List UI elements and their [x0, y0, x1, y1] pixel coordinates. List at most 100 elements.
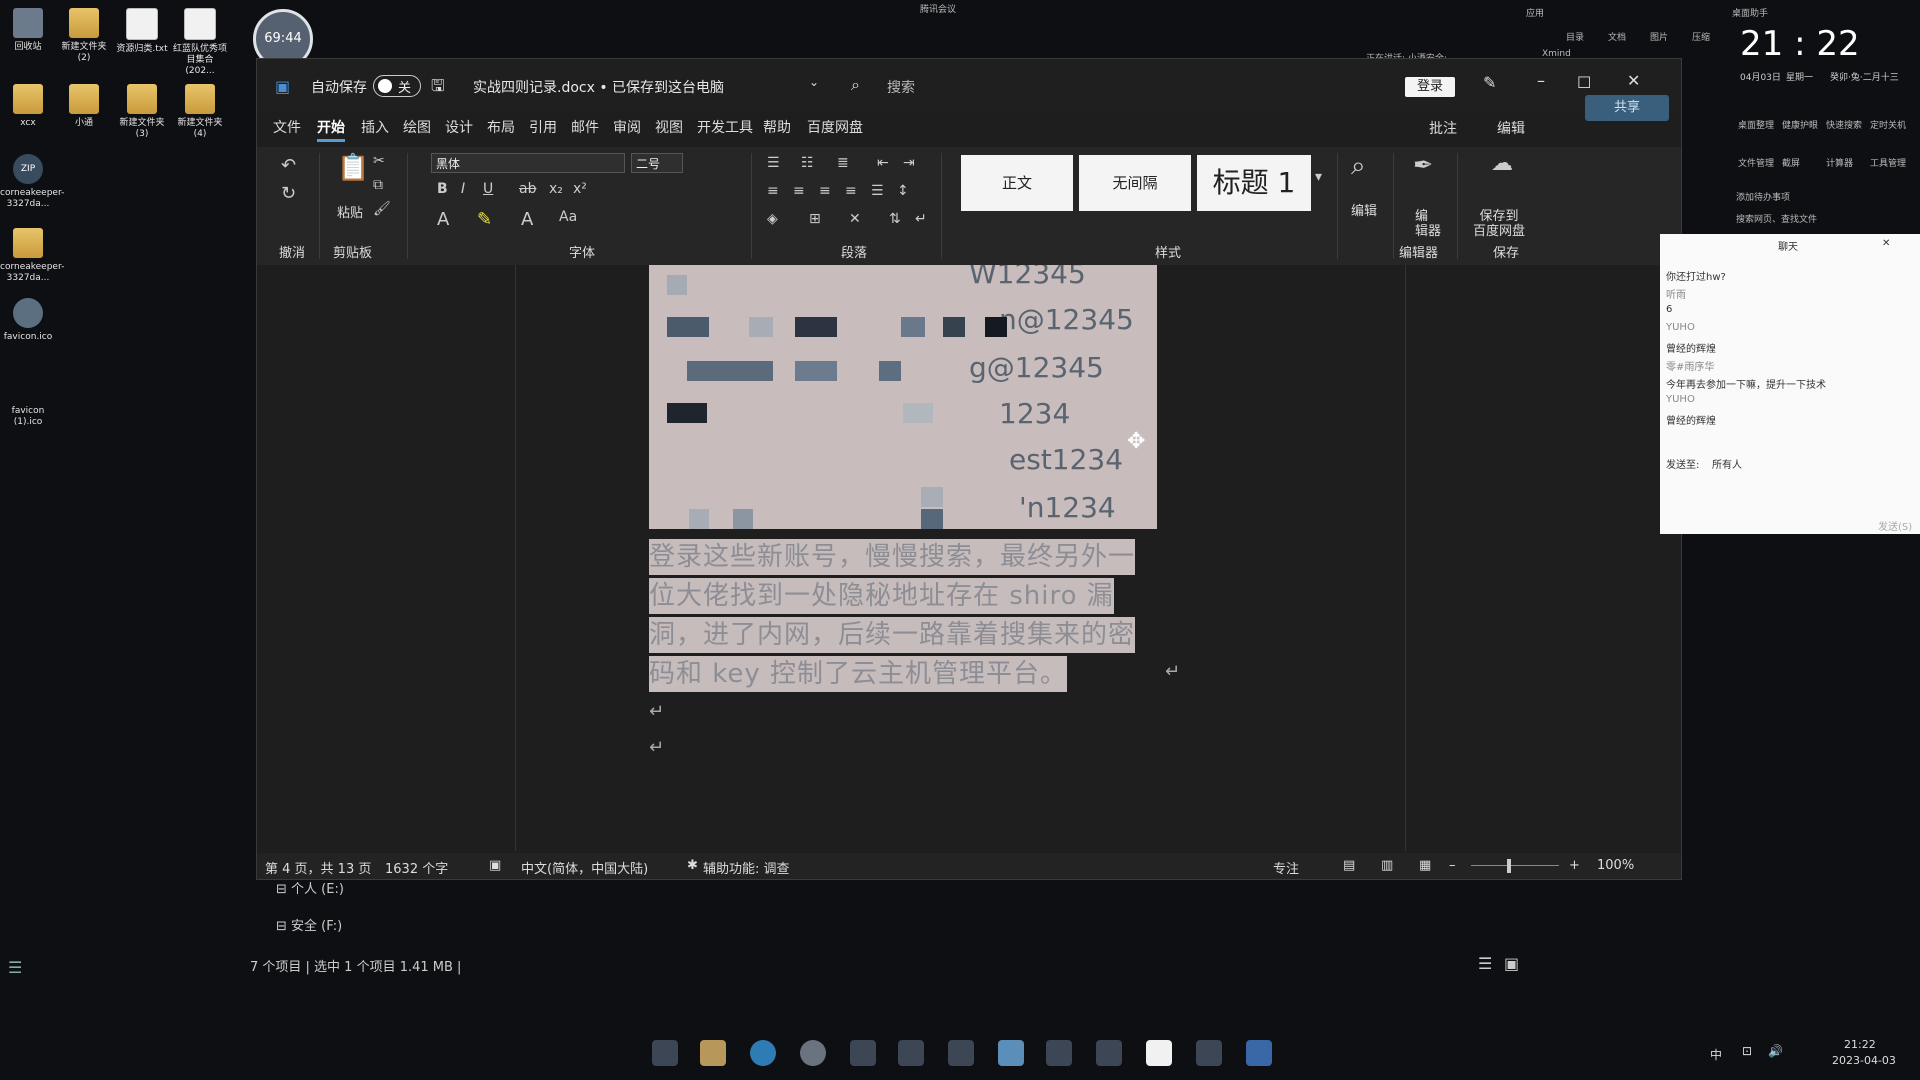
- chevron-down-icon[interactable]: ⌄: [809, 75, 819, 89]
- chrome-icon[interactable]: [800, 1040, 826, 1066]
- tab-developer[interactable]: 开发工具: [697, 117, 753, 137]
- tab-mailings[interactable]: 邮件: [571, 117, 599, 137]
- tab-design[interactable]: 设计: [445, 117, 473, 137]
- styles-more-icon[interactable]: ▾: [1315, 169, 1322, 185]
- tab-baidu-netdisk[interactable]: 百度网盘: [807, 117, 863, 137]
- paste-label[interactable]: 粘贴: [337, 202, 363, 221]
- justify-icon[interactable]: ≡: [845, 183, 857, 199]
- page-count[interactable]: 第 4 页，共 13 页: [265, 858, 371, 877]
- document-canvas[interactable]: W12345 n@12345 g@12345 1234 est1234 'n12…: [257, 265, 1681, 851]
- tool-timed-shutdown[interactable]: 定时关机: [1870, 118, 1906, 131]
- bullets-icon[interactable]: ☰: [767, 155, 780, 171]
- editor-icon[interactable]: ✒: [1413, 151, 1433, 179]
- minimize-button[interactable]: –: [1537, 71, 1545, 90]
- save-baidu-label[interactable]: 保存到 百度网盘: [1473, 209, 1525, 239]
- pen-icon[interactable]: ✎: [1483, 73, 1496, 92]
- style-normal[interactable]: 正文: [961, 155, 1073, 211]
- increase-indent-icon[interactable]: ⇥: [903, 155, 915, 171]
- autosave-toggle[interactable]: 关: [373, 75, 421, 97]
- desktop-icon-folder[interactable]: 小通: [56, 84, 112, 129]
- drive-f[interactable]: ⊟ 安全 (F:): [276, 915, 342, 934]
- ime-indicator[interactable]: 中: [1710, 1046, 1722, 1063]
- proofing-icon[interactable]: ▣: [489, 858, 501, 873]
- sort-icon[interactable]: ⇅: [889, 211, 901, 227]
- tool-calculator[interactable]: 计算器: [1826, 156, 1853, 169]
- desktop-icon-folder[interactable]: 新建文件夹 (4): [172, 84, 228, 140]
- accessibility-icon[interactable]: ✱: [687, 858, 698, 873]
- italic-button[interactable]: I: [461, 181, 465, 197]
- embedded-screenshot[interactable]: W12345 n@12345 g@12345 1234 est1234 'n12…: [649, 265, 1157, 529]
- edit-mode-button[interactable]: 编辑: [1497, 118, 1525, 138]
- close-button[interactable]: ✕: [1627, 71, 1640, 90]
- edge-icon[interactable]: [750, 1040, 776, 1066]
- word-icon[interactable]: [1246, 1040, 1272, 1066]
- comment-button[interactable]: 批注: [1429, 118, 1457, 138]
- word-count[interactable]: 1632 个字: [385, 858, 448, 877]
- copy-icon[interactable]: ⧉: [373, 177, 383, 193]
- tab-references[interactable]: 引用: [529, 117, 557, 137]
- zoom-out-button[interactable]: –: [1449, 858, 1456, 873]
- send-button[interactable]: 发送(S): [1878, 518, 1912, 533]
- font-color-icon[interactable]: A: [521, 209, 533, 230]
- drive-e[interactable]: ⊟ 个人 (E:): [276, 878, 344, 897]
- tab-draw[interactable]: 绘图: [403, 117, 431, 137]
- numbering-icon[interactable]: ☷: [801, 155, 814, 171]
- app-icon[interactable]: [898, 1040, 924, 1066]
- decrease-indent-icon[interactable]: ⇤: [877, 155, 889, 171]
- change-case-icon[interactable]: Aa: [559, 209, 577, 225]
- desktop-icon-text-file[interactable]: 资源归类.txt: [114, 8, 170, 55]
- language-indicator[interactable]: 中文(简体，中国大陆): [521, 858, 648, 877]
- desktop-icon-zip[interactable]: ZIP corneakeeper-3327da...: [0, 154, 64, 210]
- superscript-button[interactable]: x²: [573, 181, 587, 197]
- save-icon[interactable]: 🖫: [431, 75, 445, 102]
- cut-icon[interactable]: ✂: [373, 153, 385, 169]
- align-right-icon[interactable]: ≡: [819, 183, 831, 199]
- undo-icon[interactable]: ↶: [281, 155, 296, 176]
- volume-icon[interactable]: 🔊: [1768, 1044, 1783, 1058]
- align-left-icon[interactable]: ≡: [767, 183, 779, 199]
- focus-mode-button[interactable]: 专注: [1273, 858, 1299, 877]
- desktop-icon-document[interactable]: 红蓝队优秀项目集合(202...: [172, 8, 228, 77]
- show-marks-icon[interactable]: ↵: [915, 211, 927, 227]
- zoom-in-button[interactable]: +: [1569, 858, 1580, 873]
- desktop-icon-favicon[interactable]: favicon (1).ico: [0, 372, 56, 428]
- distributed-icon[interactable]: ☰: [871, 183, 884, 199]
- send-to-select[interactable]: 所有人: [1712, 456, 1742, 471]
- text-effects-icon[interactable]: A: [437, 209, 449, 230]
- start-icon[interactable]: [652, 1040, 678, 1066]
- redo-icon[interactable]: ↻: [281, 183, 296, 204]
- style-no-spacing[interactable]: 无间隔: [1079, 155, 1191, 211]
- shortcut-docs[interactable]: 文档: [1608, 30, 1626, 43]
- highlight-icon[interactable]: ✎: [477, 209, 492, 230]
- network-icon[interactable]: ⊡: [1742, 1044, 1752, 1058]
- tab-home[interactable]: 开始: [317, 117, 345, 142]
- tool-desktop-organize[interactable]: 桌面整理: [1738, 118, 1774, 131]
- desktop-icon-folder[interactable]: corneakeeper-3327da...: [0, 228, 64, 284]
- thumbnail-view-icon[interactable]: ▣: [1504, 954, 1519, 973]
- accessibility-status[interactable]: 辅助功能: 调查: [703, 858, 790, 877]
- details-view-icon[interactable]: ☰: [1478, 954, 1492, 973]
- format-painter-icon[interactable]: 🖌: [373, 201, 391, 217]
- todo-add[interactable]: 添加待办事项: [1736, 190, 1790, 203]
- desktop-icon-folder[interactable]: xcx: [0, 84, 56, 129]
- baidu-cloud-icon[interactable]: ☁: [1491, 151, 1513, 176]
- bold-button[interactable]: B: [437, 181, 448, 197]
- style-heading-1[interactable]: 标题 1: [1197, 155, 1311, 211]
- tool-screenshot[interactable]: 截屏: [1782, 156, 1800, 169]
- shield-icon[interactable]: [1046, 1040, 1072, 1066]
- tab-review[interactable]: 审阅: [613, 117, 641, 137]
- zoom-slider-thumb[interactable]: [1507, 859, 1511, 873]
- tab-layout[interactable]: 布局: [487, 117, 515, 137]
- explorer-icon[interactable]: ☰: [8, 958, 22, 977]
- body-paragraph[interactable]: 登录这些新账号，慢慢搜索，最终另外一 位大佬找到一处隐秘地址存在 shiro 漏…: [649, 539, 1153, 695]
- tool-quick-search[interactable]: 快速搜索: [1826, 118, 1862, 131]
- tab-help[interactable]: 帮助: [763, 117, 791, 137]
- taskbar-date[interactable]: 2023-04-03: [1832, 1054, 1896, 1067]
- multilevel-list-icon[interactable]: ≣: [837, 155, 849, 171]
- borders-icon[interactable]: ⊞: [809, 211, 821, 227]
- desktop-icon-favicon[interactable]: favicon.ico: [0, 298, 56, 343]
- app-icon[interactable]: [850, 1040, 876, 1066]
- typora-icon[interactable]: [1146, 1040, 1172, 1066]
- read-mode-icon[interactable]: ▤: [1343, 858, 1355, 873]
- app-icon[interactable]: [1196, 1040, 1222, 1066]
